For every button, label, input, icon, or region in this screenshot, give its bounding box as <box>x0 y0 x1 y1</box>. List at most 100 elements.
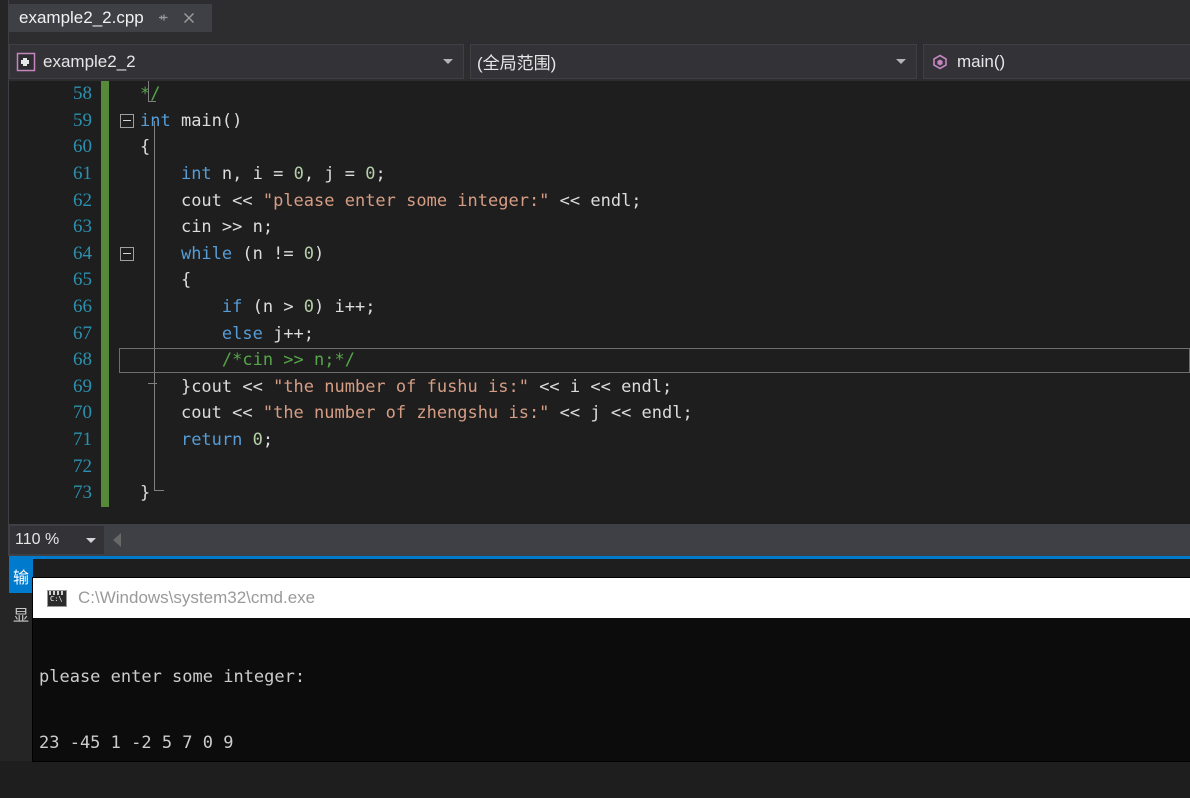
code-token: cin >> n; <box>180 217 274 238</box>
code-text: while (n != 0) <box>140 244 1190 264</box>
code-line[interactable]: 69 }cout << "the number of fushu is:" <<… <box>9 373 1190 401</box>
change-bar <box>101 213 109 241</box>
scroll-left-arrow-icon[interactable] <box>113 533 121 547</box>
output-pane-tab-output[interactable]: 输 <box>9 559 33 593</box>
line-number: 59 <box>73 109 92 131</box>
code-text: cin >> n; <box>140 217 1190 237</box>
collapse-minus-icon[interactable] <box>120 113 134 128</box>
code-token: ) i++; <box>314 297 376 318</box>
code-line[interactable]: 63 cin >> n; <box>9 213 1190 241</box>
line-number: 69 <box>73 375 92 397</box>
line-number: 73 <box>73 482 92 504</box>
document-tab-label: example2_2.cpp <box>19 8 144 27</box>
collapse-toggle[interactable] <box>118 241 140 268</box>
console-window[interactable]: C:\Windows\system32\cmd.exe please enter… <box>33 578 1190 761</box>
console-line: 23 -45 1 -2 5 7 0 9 <box>39 733 234 753</box>
code-line[interactable]: 60 { <box>9 134 1190 161</box>
gutter-gap <box>109 374 118 401</box>
change-bar <box>101 426 109 454</box>
gutter-gap <box>109 427 118 454</box>
close-icon[interactable] <box>181 10 197 26</box>
gutter-gap <box>109 134 118 161</box>
code-text: */ <box>140 84 1190 104</box>
chevron-down-icon[interactable] <box>86 537 96 543</box>
code-token: { <box>140 137 151 158</box>
code-text: int main() <box>140 111 1190 131</box>
glyph-margin <box>118 267 140 294</box>
code-line[interactable]: 66 if (n > 0) i++; <box>9 293 1190 321</box>
console-title-label: C:\Windows\system32\cmd.exe <box>78 588 316 607</box>
code-line[interactable]: 61 int n, i = 0, j = 0; <box>9 160 1190 188</box>
output-pane-tab-display-label: 显 <box>12 608 29 625</box>
code-text <box>140 457 1190 477</box>
output-pane-tab-display[interactable]: 显 <box>9 597 33 631</box>
line-number: 62 <box>73 189 92 211</box>
code-line[interactable]: 64 while (n != 0) <box>9 240 1190 268</box>
chevron-down-icon[interactable] <box>443 59 453 64</box>
code-token: (n > <box>242 297 304 318</box>
console-output-text: please enter some integer: 23 -45 1 -2 5… <box>33 618 1190 798</box>
change-bar <box>101 160 109 188</box>
code-text: { <box>140 137 1190 157</box>
code-token: , j = <box>303 164 366 185</box>
change-bar <box>101 134 109 161</box>
code-token: 0 <box>293 164 304 185</box>
code-token: else <box>221 323 263 344</box>
code-token: j++; <box>262 323 315 344</box>
code-line[interactable]: 67 else j++; <box>9 320 1190 347</box>
document-tab-bar: example2_2.cpp <box>9 0 1190 32</box>
code-line[interactable]: 65 { <box>9 267 1190 294</box>
code-editor[interactable]: 58 */ 59 int main() 60 {61 int n, i = 0, j = … <box>9 81 1190 524</box>
line-number: 70 <box>73 402 92 424</box>
code-line[interactable]: 73} <box>9 479 1190 507</box>
line-number: 71 <box>73 429 92 451</box>
code-token: << j << endl; <box>549 403 693 424</box>
visual-studio-window: example2_2.cpp example2_2 (全局范围) main() … <box>0 0 1190 761</box>
gutter-gap <box>109 480 118 507</box>
code-token: int <box>180 164 212 185</box>
code-line[interactable]: 72 <box>9 453 1190 480</box>
code-token: } <box>140 483 151 504</box>
chevron-down-icon[interactable] <box>896 59 906 64</box>
change-bar <box>101 81 109 108</box>
code-line[interactable]: 70 cout << "the number of zhengshu is:" … <box>9 400 1190 427</box>
gutter-gap <box>109 400 118 427</box>
navigation-bar: example2_2 (全局范围) main() <box>9 44 1190 79</box>
zoom-level-combobox[interactable]: 110 % <box>9 525 105 555</box>
change-bar <box>101 453 109 480</box>
code-token: cout << <box>180 403 263 424</box>
glyph-margin <box>118 400 140 427</box>
collapse-minus-icon[interactable] <box>120 246 134 261</box>
code-token: { <box>180 270 192 291</box>
pin-icon[interactable] <box>156 11 170 25</box>
change-bar <box>101 187 109 214</box>
code-text: if (n > 0) i++; <box>140 297 1190 317</box>
line-number: 61 <box>73 163 92 185</box>
collapse-toggle[interactable] <box>118 108 140 135</box>
code-text: else j++; <box>140 324 1190 344</box>
code-line[interactable]: 58 */ <box>9 81 1190 108</box>
code-line[interactable]: 59 int main() <box>9 107 1190 135</box>
gutter-gap <box>109 241 118 268</box>
code-line[interactable]: 71 return 0; <box>9 426 1190 454</box>
document-tab-example2_2-cpp[interactable]: example2_2.cpp <box>9 4 212 32</box>
scope-combobox[interactable]: (全局范围) <box>470 44 917 79</box>
code-token: << i << endl; <box>528 376 673 397</box>
project-combobox[interactable]: example2_2 <box>9 44 464 79</box>
code-line[interactable]: 62 cout << "please enter some integer:" … <box>9 187 1190 214</box>
editor-zoom-bar: 110 % <box>9 524 1190 556</box>
glyph-margin <box>118 453 140 480</box>
code-text: } <box>140 483 1190 503</box>
glyph-margin <box>118 294 140 321</box>
code-token: 0 <box>303 297 315 318</box>
code-token: */ <box>140 84 161 105</box>
member-combobox[interactable]: main() <box>923 44 1190 79</box>
line-number: 72 <box>73 455 92 477</box>
change-bar <box>101 346 109 374</box>
console-title-bar[interactable]: C:\Windows\system32\cmd.exe <box>33 578 1190 618</box>
